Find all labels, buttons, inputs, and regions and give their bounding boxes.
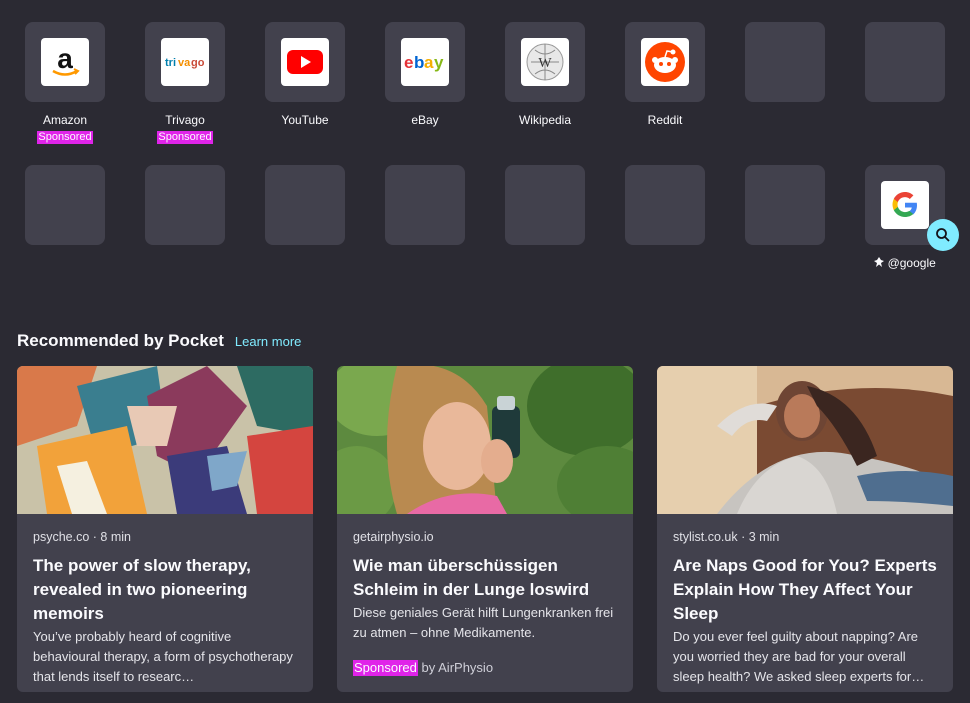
sponsored-badge: Sponsored [157, 131, 213, 144]
search-shortcut-text: @google [887, 256, 936, 270]
wikipedia-icon: W [521, 38, 569, 86]
amazon-icon: a [41, 38, 89, 86]
svg-text:y: y [434, 53, 444, 72]
pocket-header: Recommended by Pocket Learn more [17, 331, 301, 351]
top-site-youtube[interactable]: YouTube [245, 22, 365, 127]
sponsor-line: Sponsored by AirPhysio [353, 660, 493, 676]
empty-top-site[interactable] [725, 22, 845, 102]
top-site-wikipedia[interactable]: W Wikipedia [485, 22, 605, 127]
story-thumbnail [657, 366, 953, 514]
story-title: The power of slow therapy, revealed in t… [33, 556, 251, 623]
top-site-reddit[interactable]: Reddit [605, 22, 725, 127]
reddit-icon [641, 38, 689, 86]
story-title: Are Naps Good for You? Experts Explain H… [673, 556, 937, 623]
story-excerpt: You’ve probably heard of cognitive behav… [33, 629, 293, 684]
story-card-sponsored[interactable]: getairphysio.io Wie man überschüssigen S… [337, 366, 633, 692]
search-icon [927, 219, 959, 251]
empty-top-site[interactable] [125, 165, 245, 245]
top-site-amazon[interactable]: a Amazon Sponsored [5, 22, 125, 145]
tile[interactable] [505, 165, 585, 245]
empty-top-site[interactable] [845, 22, 965, 102]
empty-top-site[interactable] [5, 165, 125, 245]
story-source: psyche.co · 8 min [33, 530, 131, 544]
story-excerpt: Diese geniales Gerät hilft Lungenkranken… [353, 605, 614, 640]
top-sites: a Amazon Sponsored tri va go Trivago Spo… [0, 0, 970, 300]
svg-text:W: W [538, 56, 552, 71]
tile[interactable]: tri va go [145, 22, 225, 102]
tile[interactable] [145, 165, 225, 245]
site-title: Trivago [165, 113, 205, 127]
empty-top-site[interactable] [605, 165, 725, 245]
tile[interactable] [745, 22, 825, 102]
tile[interactable]: a [25, 22, 105, 102]
tile[interactable] [625, 22, 705, 102]
story-card[interactable]: psyche.co · 8 min The power of slow ther… [17, 366, 313, 692]
section-title: Recommended by Pocket [17, 331, 224, 350]
tile[interactable]: W [505, 22, 585, 102]
story-card[interactable]: stylist.co.uk · 3 min Are Naps Good for … [657, 366, 953, 692]
site-title: Amazon [42, 113, 88, 127]
site-title: YouTube [281, 113, 329, 127]
tile[interactable] [265, 22, 345, 102]
tile[interactable] [385, 165, 465, 245]
youtube-icon [281, 38, 329, 86]
story-thumbnail [337, 366, 633, 514]
tile[interactable] [865, 22, 945, 102]
site-title: eBay [411, 113, 439, 127]
svg-text:a: a [57, 43, 73, 74]
google-icon [881, 181, 929, 229]
sponsored-badge: Sponsored [37, 131, 93, 144]
sponsor-name: by AirPhysio [421, 660, 494, 675]
sponsored-badge: Sponsored [353, 660, 418, 676]
svg-text:go: go [191, 57, 205, 69]
top-site-trivago[interactable]: tri va go Trivago Sponsored [125, 22, 245, 145]
svg-text:a: a [424, 53, 434, 72]
tile[interactable] [745, 165, 825, 245]
tile[interactable] [25, 165, 105, 245]
empty-top-site[interactable] [725, 165, 845, 245]
learn-more-link[interactable]: Learn more [235, 334, 301, 349]
empty-top-site[interactable] [365, 165, 485, 245]
tile[interactable] [865, 165, 959, 251]
svg-text:e: e [404, 53, 413, 72]
pin-icon [874, 256, 887, 270]
site-title: Reddit [647, 113, 683, 127]
svg-text:tri: tri [165, 57, 176, 69]
search-shortcut-google[interactable]: @google [845, 165, 965, 270]
top-site-ebay[interactable]: e b a y eBay [365, 22, 485, 127]
tile[interactable]: e b a y [385, 22, 465, 102]
empty-top-site[interactable] [245, 165, 365, 245]
tile[interactable] [625, 165, 705, 245]
search-shortcut-label: @google [845, 256, 965, 270]
story-thumbnail [17, 366, 313, 514]
story-source: stylist.co.uk · 3 min [673, 530, 780, 544]
site-title: Wikipedia [518, 113, 572, 127]
story-excerpt: Do you ever feel guilty about napping? A… [673, 629, 925, 684]
story-title: Wie man überschüssigen Schleim in der Lu… [353, 556, 590, 599]
tile[interactable] [265, 165, 345, 245]
ebay-icon: e b a y [401, 38, 449, 86]
svg-text:b: b [414, 53, 424, 72]
empty-top-site[interactable] [485, 165, 605, 245]
trivago-icon: tri va go [161, 38, 209, 86]
svg-text:va: va [178, 57, 191, 69]
story-source: getairphysio.io [353, 530, 434, 544]
